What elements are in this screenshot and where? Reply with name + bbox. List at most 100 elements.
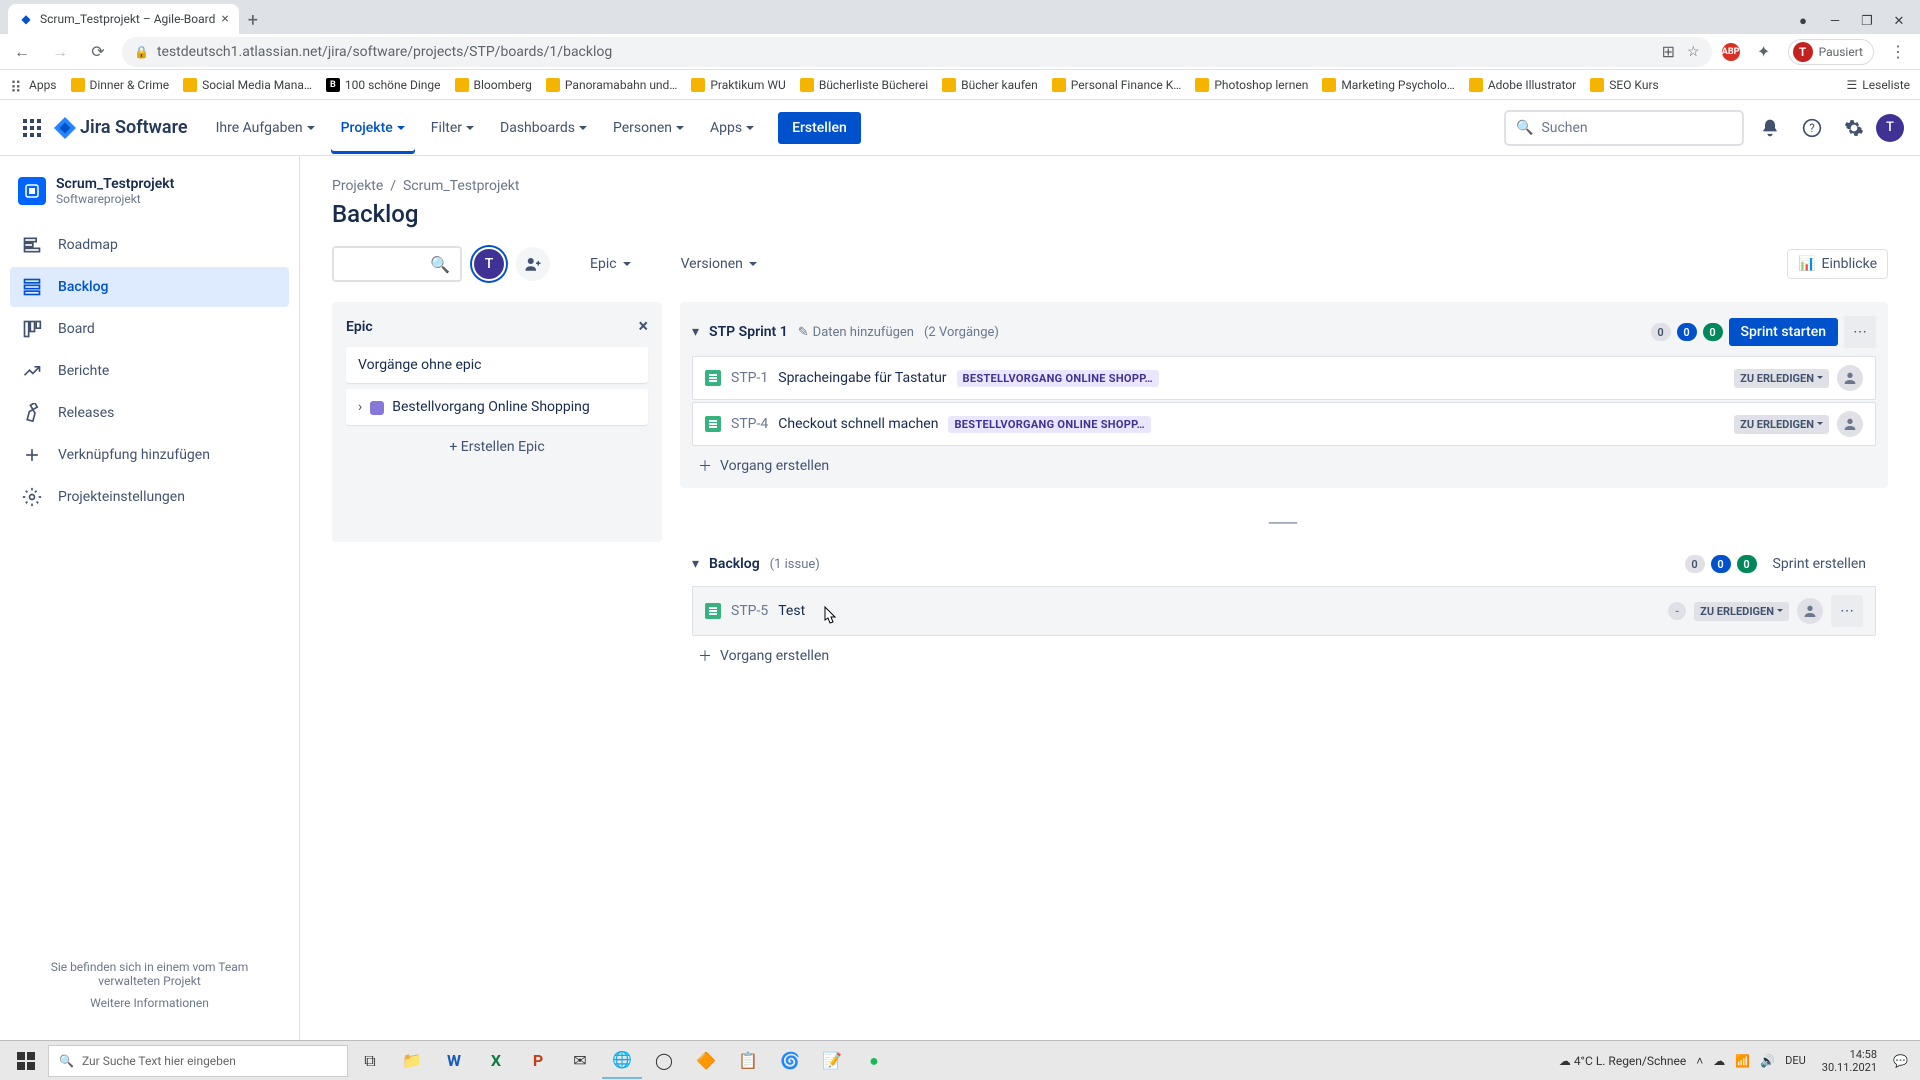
spotify-icon[interactable]: ● [854, 1043, 894, 1079]
status-dropdown[interactable]: ZU ERLEDIGEN [1734, 369, 1829, 388]
learn-more-link[interactable]: Weitere Informationen [20, 996, 279, 1010]
chevron-down-icon[interactable]: ▾ [692, 324, 699, 340]
weather-widget[interactable]: ☁ 4°C L. Regen/Schnee [1559, 1054, 1686, 1068]
task-view-icon[interactable]: ⧉ [350, 1043, 390, 1079]
issue-row[interactable]: STP-4 Checkout schnell machen BESTELLVOR… [692, 402, 1876, 446]
bookmark-item[interactable]: Social Media Mana… [183, 78, 312, 92]
epic-filter[interactable]: Epic [580, 250, 641, 278]
help-icon[interactable]: ? [1796, 112, 1828, 144]
issue-row[interactable]: STP-1 Spracheingabe für Tastatur BESTELL… [692, 356, 1876, 400]
add-dates-button[interactable]: ✎Daten hinzufügen [798, 325, 914, 340]
bookmark-item[interactable]: Bloomberg [455, 78, 532, 92]
excel-icon[interactable]: X [476, 1043, 516, 1079]
word-icon[interactable]: W [434, 1043, 474, 1079]
sidebar-reports[interactable]: Berichte [10, 351, 289, 391]
profile-avatar[interactable]: T [1876, 114, 1904, 142]
breadcrumb-root[interactable]: Projekte [332, 178, 383, 194]
account-dot-icon[interactable]: ● [1796, 14, 1810, 28]
start-button[interactable] [6, 1043, 46, 1079]
insights-button[interactable]: 📊Einblicke [1787, 249, 1888, 279]
windows-search[interactable]: 🔍Zur Suche Text hier eingeben [48, 1045, 348, 1077]
epic-panel-close[interactable]: × [638, 316, 648, 337]
nav-dashboards[interactable]: Dashboards [490, 102, 597, 154]
bookmark-item[interactable]: Photoshop lernen [1195, 78, 1308, 92]
create-issue-sprint[interactable]: ＋Vorgang erstellen [692, 448, 1876, 484]
reload-button[interactable]: ⟳ [84, 38, 112, 66]
sidebar-backlog[interactable]: Backlog [10, 267, 289, 307]
settings-icon[interactable] [1838, 112, 1870, 144]
nav-filters[interactable]: Filter [421, 102, 484, 154]
abp-extension-icon[interactable]: ABP [1722, 43, 1740, 61]
wifi-icon[interactable]: 📶 [1735, 1054, 1750, 1068]
estimate-pill[interactable]: - [1668, 602, 1686, 620]
sidebar-roadmap[interactable]: Roadmap [10, 225, 289, 265]
onedrive-icon[interactable]: ☁ [1713, 1054, 1725, 1068]
tray-chevron-icon[interactable]: ˄ [1696, 1054, 1703, 1068]
edge-icon[interactable]: 🌀 [770, 1043, 810, 1079]
profile-chip[interactable]: T Pausiert [1788, 39, 1874, 65]
board-search-input[interactable]: 🔍 [332, 246, 462, 282]
unassigned-avatar[interactable] [1837, 411, 1863, 437]
volume-icon[interactable]: 🔊 [1760, 1054, 1775, 1068]
notifications-icon[interactable] [1754, 112, 1786, 144]
status-dropdown[interactable]: ZU ERLEDIGEN [1734, 415, 1829, 434]
bookmark-item[interactable]: Praktikum WU [691, 78, 785, 92]
app-icon[interactable]: 📋 [728, 1043, 768, 1079]
maximize-icon[interactable]: ❐ [1860, 14, 1874, 28]
browser-tab[interactable]: ◆ Scrum_Testprojekt – Agile-Board × [8, 4, 239, 34]
reading-list[interactable]: ☰Leseliste [1847, 78, 1910, 92]
sidebar-releases[interactable]: Releases [10, 393, 289, 433]
nav-your-work[interactable]: Ihre Aufgaben [206, 102, 325, 154]
create-sprint-button[interactable]: Sprint erstellen [1763, 550, 1876, 578]
resize-handle[interactable]: ⸺ [680, 498, 1888, 544]
tab-close-icon[interactable]: × [221, 11, 228, 27]
back-button[interactable]: ← [8, 38, 36, 66]
sprint-more-button[interactable]: ⋯ [1844, 316, 1876, 348]
clock[interactable]: 14:58 30.11.2021 [1816, 1048, 1883, 1074]
new-tab-button[interactable]: + [239, 6, 267, 34]
sidebar-board[interactable]: Board [10, 309, 289, 349]
bookmark-item[interactable]: Bücherliste Bücherei [800, 78, 928, 92]
translate-icon[interactable]: ⊞ [1662, 42, 1675, 61]
bookmark-item[interactable]: SEO Kurs [1590, 78, 1658, 92]
epic-no-epic[interactable]: Vorgänge ohne epic [346, 347, 648, 383]
versions-filter[interactable]: Versionen [671, 250, 767, 278]
create-issue-backlog[interactable]: ＋Vorgang erstellen [692, 638, 1876, 674]
url-bar[interactable]: 🔒 testdeutsch1.atlassian.net/jira/softwa… [122, 37, 1712, 67]
bookmark-item[interactable]: Adobe Illustrator [1469, 78, 1576, 92]
sidebar-project-settings[interactable]: Projekteinstellungen [10, 477, 289, 517]
breadcrumb-project[interactable]: Scrum_Testprojekt [403, 178, 520, 194]
unassigned-avatar[interactable] [1797, 598, 1823, 624]
app-icon[interactable]: 🔶 [686, 1043, 726, 1079]
notepad-icon[interactable]: 📝 [812, 1043, 852, 1079]
bookmark-item[interactable]: Personal Finance K… [1052, 78, 1182, 92]
mail-icon[interactable]: ✉ [560, 1043, 600, 1079]
app-switcher-icon[interactable] [16, 112, 48, 144]
bookmark-item[interactable]: Panoramabahn und… [546, 78, 677, 92]
forward-button[interactable]: → [46, 38, 74, 66]
nav-projects[interactable]: Projekte [331, 102, 415, 154]
explorer-icon[interactable]: 📁 [392, 1043, 432, 1079]
start-sprint-button[interactable]: Sprint starten [1729, 318, 1838, 346]
project-header[interactable]: Scrum_Testprojekt Softwareprojekt [10, 176, 289, 224]
bookmark-item[interactable]: Marketing Psycholo… [1322, 78, 1454, 92]
assignee-filter-avatar[interactable]: T [472, 247, 506, 281]
minimize-icon[interactable]: ― [1828, 14, 1842, 28]
close-icon[interactable]: ✕ [1892, 14, 1906, 28]
app-icon[interactable]: ◯ [644, 1043, 684, 1079]
global-search[interactable]: 🔍 Suchen [1504, 110, 1744, 146]
add-people-button[interactable] [516, 247, 550, 281]
create-epic-button[interactable]: + Erstellen Epic [346, 431, 648, 463]
bookmark-apps[interactable]: ⠿Apps [10, 78, 57, 92]
bookmark-item[interactable]: B100 schöne Dinge [326, 78, 441, 92]
issue-more-button[interactable]: ⋯ [1831, 595, 1863, 627]
bookmark-star-icon[interactable]: ☆ [1687, 44, 1700, 60]
powerpoint-icon[interactable]: P [518, 1043, 558, 1079]
language-indicator[interactable]: DEU [1785, 1054, 1806, 1067]
jira-logo[interactable]: Jira Software [54, 117, 188, 139]
chrome-icon[interactable]: 🌐 [602, 1043, 642, 1079]
epic-item[interactable]: › Bestellvorgang Online Shopping [346, 389, 648, 425]
chevron-down-icon[interactable]: ▾ [692, 556, 699, 572]
bookmark-item[interactable]: Dinner & Crime [71, 78, 170, 92]
chrome-menu-icon[interactable]: ⋮ [1884, 38, 1912, 66]
